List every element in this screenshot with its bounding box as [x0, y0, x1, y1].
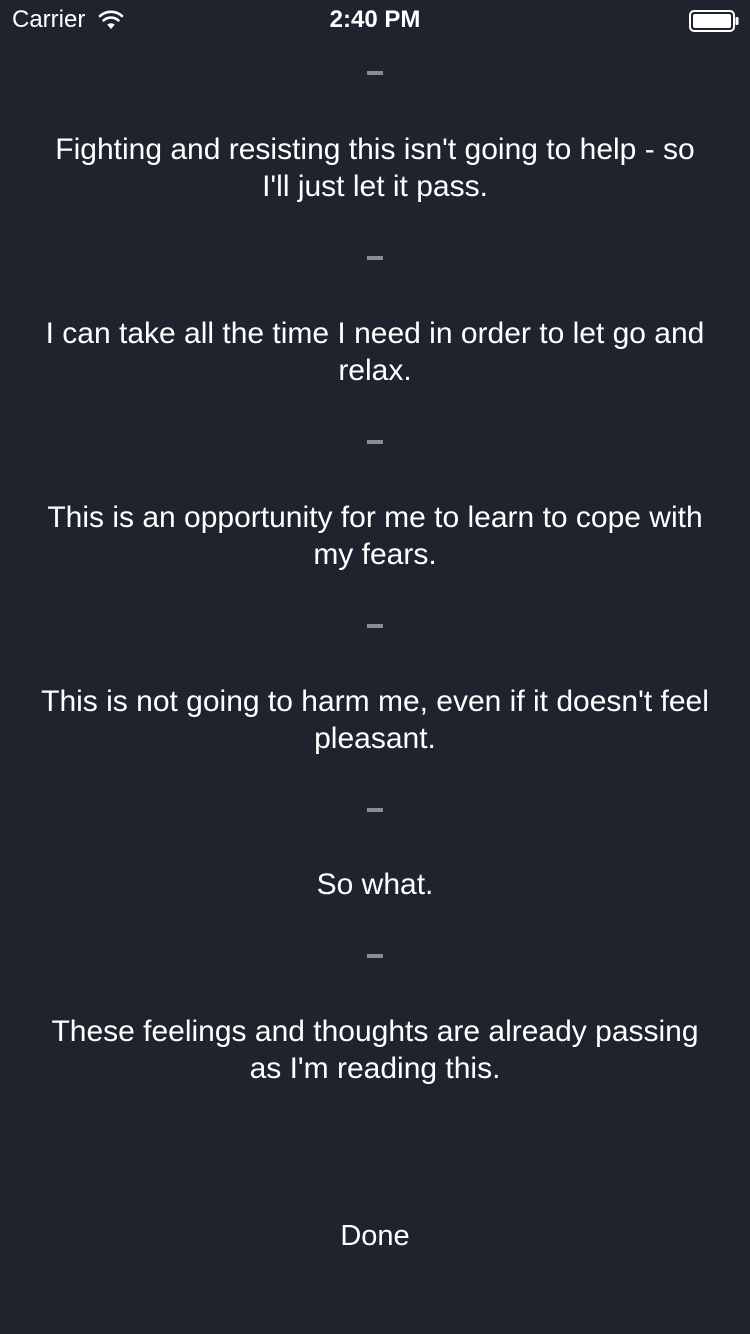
- affirmation-text: This is not going to harm me, even if it…: [41, 685, 709, 755]
- separator: [367, 440, 383, 444]
- affirmation-text: Fighting and resisting this isn't going …: [55, 133, 695, 203]
- status-bar: Carrier 2:40 PM: [0, 0, 750, 40]
- affirmation-text: This is an opportunity for me to learn t…: [47, 501, 703, 571]
- affirmation-text: I can take all the time I need in order …: [45, 317, 705, 387]
- separator: [367, 954, 383, 958]
- status-time: 2:40 PM: [329, 6, 421, 33]
- separator: [367, 808, 383, 812]
- done-button[interactable]: Done: [275, 1208, 475, 1264]
- affirmation-text: So what.: [316, 868, 434, 901]
- separator: [367, 71, 383, 75]
- affirmation-text: These feelings and thoughts are already …: [51, 1015, 699, 1085]
- separator: [367, 256, 383, 260]
- separator: [367, 624, 383, 628]
- battery-full-icon: [689, 10, 739, 32]
